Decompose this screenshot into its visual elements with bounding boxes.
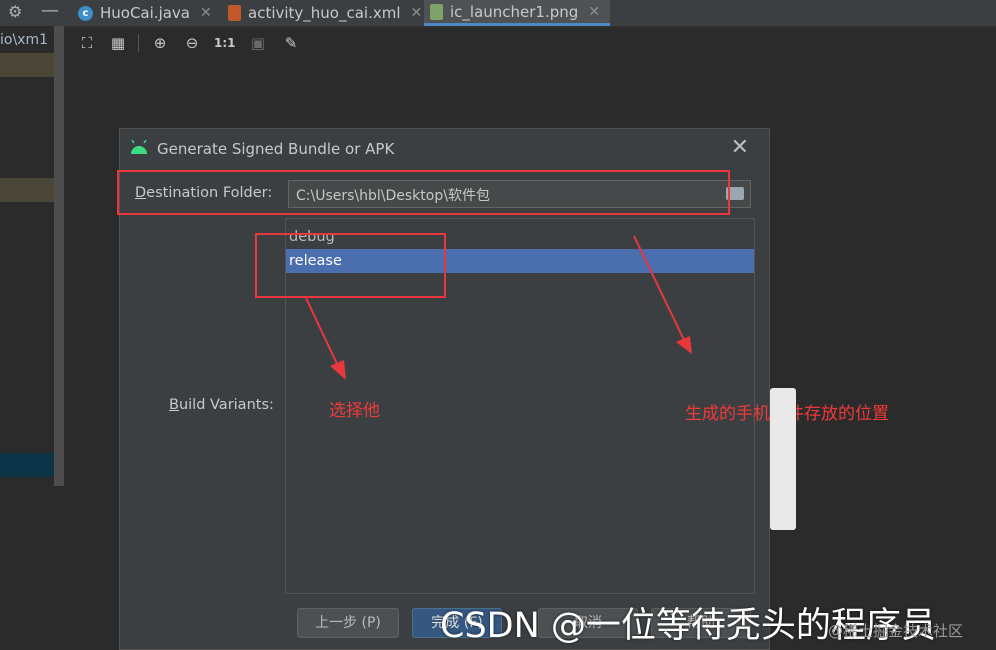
editor-tab-bar: ⚙ — c HuoCai.java ✕ activity_huo_cai.xml…: [0, 0, 996, 27]
close-icon[interactable]: ✕: [200, 5, 212, 21]
grid-icon[interactable]: ▦: [108, 33, 128, 53]
toolbar-separator: [138, 34, 139, 52]
close-icon[interactable]: ✕: [588, 4, 600, 20]
chessboard-icon[interactable]: ▣: [248, 33, 268, 53]
java-class-icon: c: [78, 5, 93, 21]
android-icon: [131, 140, 147, 154]
tab-label: ic_launcher1.png: [450, 2, 579, 21]
image-file-icon: [430, 3, 443, 20]
project-path-fragment: io\xm1: [0, 32, 49, 48]
project-panel: io\xm1: [0, 26, 64, 650]
fit-screen-icon[interactable]: ⛶: [77, 33, 97, 53]
zoom-out-icon[interactable]: ⊖: [182, 33, 202, 53]
annotation-box-release: [255, 233, 446, 298]
dialog-title: Generate Signed Bundle or APK: [157, 140, 395, 158]
juejin-watermark: @稀土掘金技术社区: [828, 622, 964, 640]
close-icon[interactable]: ✕: [411, 5, 423, 21]
annotation-choose-this: 选择他: [329, 401, 380, 421]
close-icon[interactable]: ✕: [731, 135, 749, 160]
color-picker-icon[interactable]: ✎: [281, 33, 301, 53]
vertical-scrollbar[interactable]: [54, 26, 64, 486]
annotation-box-destination: [117, 170, 730, 215]
tab-label: activity_huo_cai.xml: [248, 4, 401, 22]
tab-activity-xml[interactable]: activity_huo_cai.xml ✕: [222, 0, 428, 26]
actual-size-button[interactable]: 1:1: [214, 33, 236, 53]
gear-icon[interactable]: ⚙: [8, 2, 22, 21]
previous-button[interactable]: 上一步 (P): [297, 608, 399, 638]
cropped-window-edge: [770, 388, 796, 530]
build-variants-label: Build Variants:: [169, 397, 274, 413]
tab-label: HuoCai.java: [100, 4, 190, 22]
minimize-icon[interactable]: —: [41, 0, 59, 21]
tab-ic-launcher-png[interactable]: ic_launcher1.png ✕: [424, 0, 610, 26]
xml-file-icon: [228, 5, 241, 21]
zoom-in-icon[interactable]: ⊕: [150, 33, 170, 53]
tab-huocai-java[interactable]: c HuoCai.java ✕: [72, 0, 218, 26]
